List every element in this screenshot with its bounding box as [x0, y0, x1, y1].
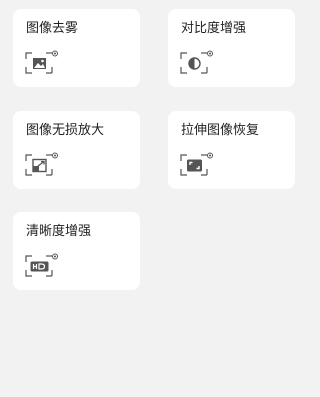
tool-label: 对比度增强	[181, 21, 247, 36]
contrast-icon	[180, 50, 213, 74]
tool-label: 图像无损放大	[26, 123, 105, 138]
tool-card-image-dehaze[interactable]: 图像去雾	[13, 9, 140, 87]
tool-label: 拉伸图像恢复	[181, 123, 260, 138]
enlarge-icon	[25, 152, 58, 176]
tool-label: 图像去雾	[26, 21, 79, 36]
tool-card-lossless-enlarge[interactable]: 图像无损放大	[13, 111, 140, 189]
tool-card-sharpness[interactable]: 清晰度增强	[13, 212, 140, 290]
hd-icon	[25, 253, 58, 277]
tool-card-stretch-restore[interactable]: 拉伸图像恢复	[168, 111, 295, 189]
tool-label: 清晰度增强	[26, 224, 92, 239]
stretch-restore-icon	[180, 152, 213, 176]
tool-card-contrast[interactable]: 对比度增强	[168, 9, 295, 87]
image-dehaze-icon	[25, 50, 58, 74]
